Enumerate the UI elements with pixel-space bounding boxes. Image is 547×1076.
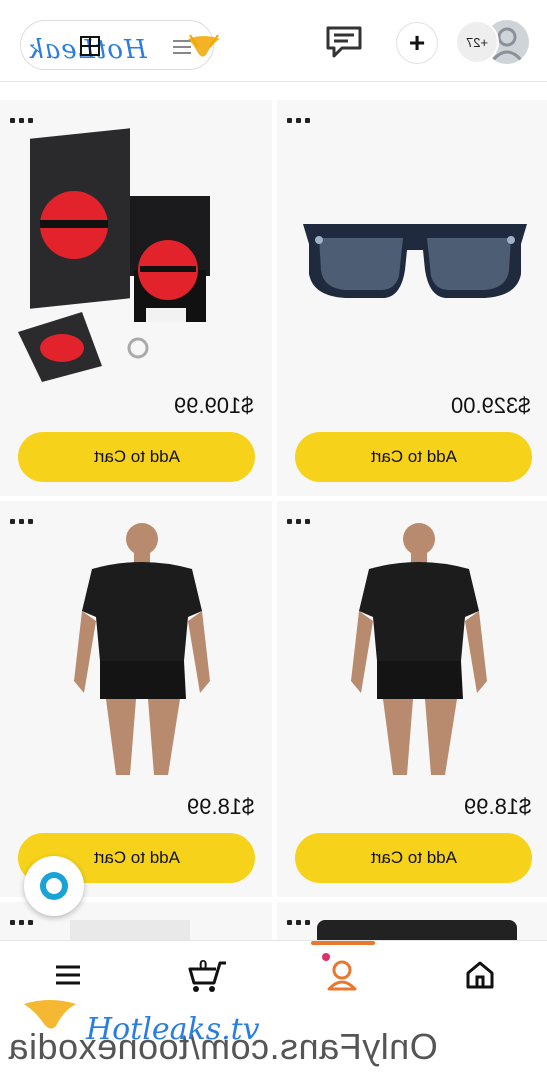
cart-nav-item[interactable]: 0	[184, 955, 230, 995]
product-card[interactable]: $329.00 Add to Cart	[277, 100, 547, 496]
product-price: $18.99	[186, 794, 254, 819]
menu-icon[interactable]	[48, 955, 88, 995]
top-bar: HotLeak + +27	[0, 0, 547, 82]
product-card[interactable]: $18.99 Add to Cart	[277, 501, 547, 897]
product-image-partial	[317, 920, 517, 940]
avatar-group[interactable]: +27	[455, 20, 531, 64]
more-options-icon[interactable]	[287, 920, 317, 930]
product-card[interactable]: $18.99 Add to Cart	[0, 501, 272, 897]
product-image-partial	[70, 920, 190, 942]
add-to-cart-label: Add to Cart	[370, 848, 457, 867]
add-to-cart-label: Add to Cart	[370, 447, 457, 466]
product-price: $109.99	[174, 393, 254, 418]
assistant-ring-icon	[40, 872, 68, 900]
product-price: $329.00	[451, 393, 531, 418]
watermark-bird-icon	[24, 1000, 76, 1029]
messages-icon[interactable]	[322, 20, 368, 64]
watermark-band: OnlyFans.com/toonexodia Hotleaks.tv	[0, 1000, 547, 1076]
cart-count: 0	[199, 957, 208, 974]
product-card[interactable]: $109.99 Add to Cart	[0, 100, 272, 496]
product-card-partial[interactable]	[277, 902, 547, 942]
camera-scan-icon[interactable]	[79, 35, 101, 57]
add-to-cart-button[interactable]: Add to Cart	[295, 833, 532, 883]
add-to-cart-button[interactable]: Add to Cart	[18, 432, 255, 482]
watermark-logo: Hotleaks.tv	[86, 1012, 260, 1047]
home-icon[interactable]	[460, 955, 500, 995]
add-to-cart-button[interactable]: Add to Cart	[295, 432, 532, 482]
search-pill[interactable]: HotLeak	[20, 20, 220, 70]
account-icon[interactable]	[322, 955, 362, 995]
more-options-icon[interactable]	[10, 920, 40, 930]
bottom-navigation: 0	[0, 940, 547, 1012]
product-price: $18.99	[463, 794, 531, 819]
product-image-leather-outfit[interactable]	[18, 521, 258, 791]
product-image-leather-outfit[interactable]	[295, 521, 535, 791]
add-to-cart-label: Add to Cart	[93, 848, 180, 867]
assistant-button[interactable]	[24, 856, 84, 916]
avatar-count-badge: +27	[455, 20, 499, 64]
bird-logo-icon	[188, 34, 220, 57]
active-tab-indicator	[311, 941, 375, 945]
add-button[interactable]: +	[396, 22, 438, 64]
product-image-red-ball[interactable]	[18, 120, 258, 390]
add-to-cart-label: Add to Cart	[93, 447, 180, 466]
product-image-sunglasses[interactable]	[295, 120, 535, 390]
